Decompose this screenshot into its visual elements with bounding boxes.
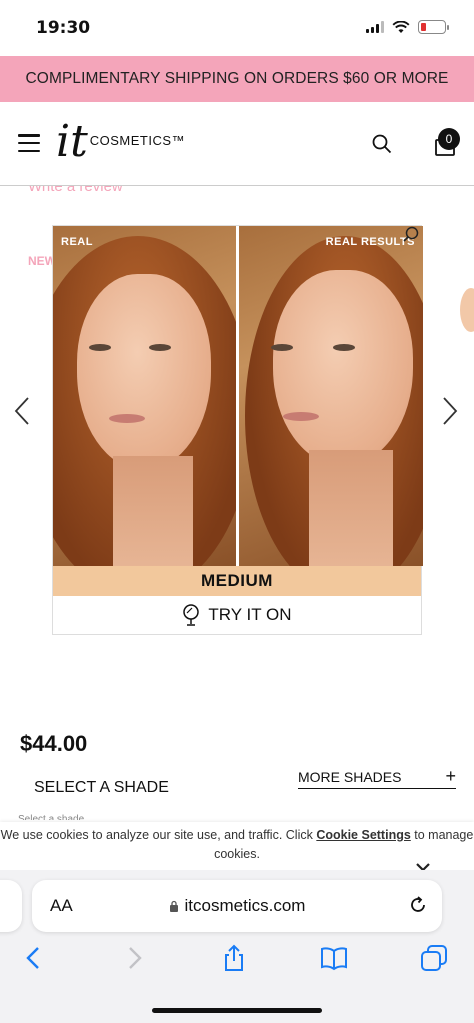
- shipping-promo-banner[interactable]: COMPLIMENTARY SHIPPING ON ORDERS $60 OR …: [0, 56, 474, 102]
- status-time: 19:30: [36, 18, 91, 38]
- logo-it: it: [56, 116, 88, 167]
- more-shades-button[interactable]: MORE SHADES +: [298, 766, 456, 789]
- search-icon[interactable]: [372, 134, 392, 154]
- cookie-settings-link[interactable]: Cookie Settings: [316, 828, 410, 842]
- try-it-on-label: TRY IT ON: [208, 605, 292, 624]
- tabs-icon[interactable]: [420, 944, 448, 972]
- carousel-prev-icon[interactable]: [14, 396, 30, 426]
- forward-icon[interactable]: [120, 944, 148, 972]
- cookie-text-before: We use cookies to analyze our site use, …: [0, 828, 317, 842]
- shade-name-bar: MEDIUM: [53, 566, 421, 596]
- before-photo: REAL: [53, 226, 236, 566]
- logo-cosmetics: COSMETICS™: [89, 133, 186, 148]
- zoom-icon[interactable]: [402, 226, 420, 244]
- wifi-icon: [392, 20, 410, 33]
- select-shade-label: SELECT A SHADE: [34, 779, 169, 796]
- product-price: $44.00: [20, 731, 88, 756]
- try-it-on-button[interactable]: TRY IT ON: [53, 596, 421, 634]
- cookie-banner: We use cookies to analyze our site use, …: [0, 822, 474, 874]
- lock-icon: [169, 900, 178, 912]
- it-cosmetics-logo[interactable]: it COSMETICS™: [56, 120, 185, 164]
- next-slide-peek[interactable]: [460, 288, 474, 332]
- carousel-next-icon[interactable]: [442, 396, 458, 426]
- before-label: REAL: [61, 236, 93, 248]
- bookmarks-icon[interactable]: [320, 944, 348, 972]
- previous-tab-pill[interactable]: [0, 880, 22, 932]
- more-shades-label: MORE SHADES: [298, 769, 402, 785]
- browser-toolbar: AA itcosmetics.com: [0, 870, 474, 1023]
- product-image-carousel[interactable]: REAL REAL RESULTS MEDIUM TRY IT ON: [52, 225, 423, 635]
- site-header: it COSMETICS™ 0: [0, 102, 474, 186]
- url-display[interactable]: itcosmetics.com: [32, 896, 442, 916]
- url-text: itcosmetics.com: [184, 896, 306, 915]
- after-photo: REAL RESULTS: [239, 226, 423, 566]
- battery-icon: [418, 20, 449, 34]
- reload-icon[interactable]: [408, 895, 428, 915]
- share-icon[interactable]: [220, 944, 248, 972]
- mirror-icon: [183, 604, 200, 626]
- menu-icon[interactable]: [18, 134, 40, 152]
- home-indicator: [152, 1008, 322, 1013]
- plus-icon: +: [445, 766, 456, 786]
- back-icon[interactable]: [20, 944, 48, 972]
- bag-count-badge[interactable]: 0: [438, 128, 460, 150]
- address-bar[interactable]: AA itcosmetics.com: [32, 880, 442, 932]
- status-bar: 19:30: [0, 0, 474, 56]
- status-icons: [366, 20, 449, 34]
- signal-icon: [366, 21, 384, 33]
